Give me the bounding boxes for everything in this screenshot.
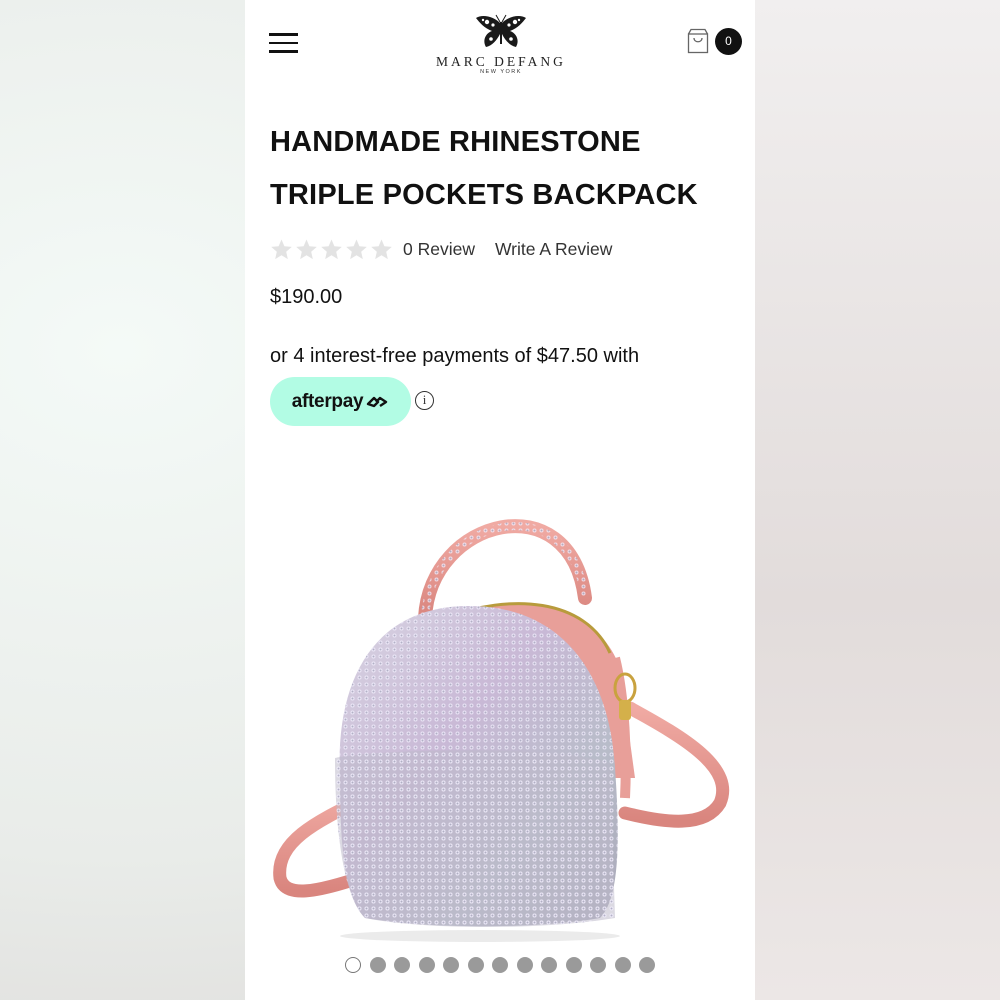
star-icon [346,238,367,259]
installments-text: or 4 interest-free payments of $47.50 wi… [270,345,640,367]
mobile-screen: MARC DEFANG NEW YORK 0 HANDMADE RHINESTO… [245,0,755,1000]
gallery-dot[interactable] [394,957,410,973]
gallery-dot[interactable] [516,957,533,973]
product-price: $190.00 [270,286,343,308]
gallery-dot[interactable] [541,957,557,973]
gallery-dot[interactable] [639,957,655,973]
gallery-dot[interactable] [418,957,435,973]
brand-logo[interactable]: MARC DEFANG NEW YORK [420,14,582,75]
butterfly-icon [476,14,526,47]
hamburger-menu-icon[interactable] [269,33,298,53]
write-review-link[interactable]: Write A Review [495,239,612,260]
afterpay-arrows-icon [367,396,388,407]
gallery-pagination [345,957,655,973]
afterpay-label: afterpay [291,390,364,412]
star-icon [371,238,392,259]
gallery-dot[interactable] [467,957,484,973]
afterpay-badge[interactable]: afterpay [270,377,411,426]
product-title: HANDMADE RHINESTONE TRIPLE POCKETS BACKP… [270,126,698,211]
star-rating [270,238,393,261]
cart-count-badge: 0 [715,28,742,55]
site-header: MARC DEFANG NEW YORK 0 [245,0,755,95]
gallery-dot[interactable] [345,957,361,973]
gallery-dot[interactable] [492,957,508,973]
star-icon [271,238,292,259]
cart-button[interactable]: 0 [685,28,745,58]
review-count[interactable]: 0 Review [403,239,475,260]
background-blur [755,0,1000,1000]
gallery-dot[interactable] [590,957,606,973]
brand-name: MARC DEFANG [436,54,566,69]
star-icon [321,238,342,259]
gallery-dot[interactable] [565,957,582,973]
info-icon[interactable]: i [415,391,434,410]
gallery-dot[interactable] [443,957,459,973]
gallery-dot[interactable] [614,957,631,973]
product-image[interactable] [265,478,735,948]
gallery-dot[interactable] [369,957,386,973]
rating-row: 0 Review Write A Review [270,236,612,262]
star-icon [296,238,317,259]
shopping-bag-icon [687,28,709,54]
